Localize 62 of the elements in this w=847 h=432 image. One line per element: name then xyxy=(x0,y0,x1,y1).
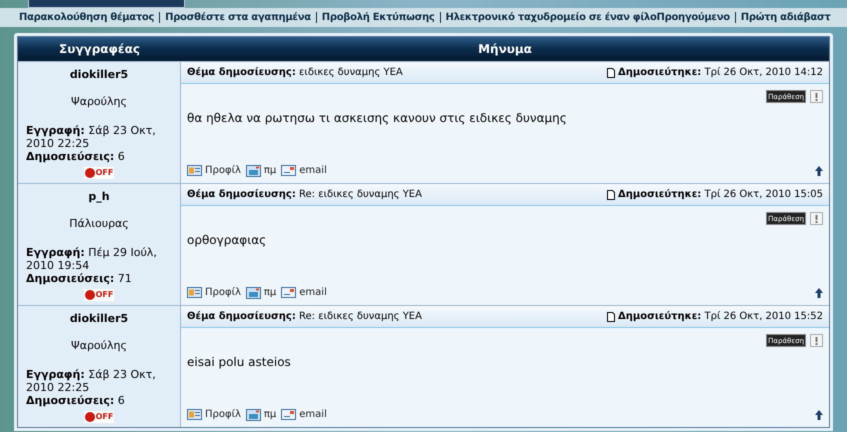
profile-link[interactable]: Προφίλ xyxy=(187,407,241,422)
author-rank: Ψαρούλης xyxy=(70,338,128,354)
topic-link[interactable]: Προηγούμενο xyxy=(656,10,730,25)
envelope-icon xyxy=(281,165,296,176)
post-count: Δημοσιεύσεις: 71 xyxy=(26,272,133,285)
report-button[interactable] xyxy=(810,90,823,103)
post-body: eisai polu asteios xyxy=(186,354,292,371)
profile-link[interactable]: Προφίλ xyxy=(187,163,241,178)
page-icon xyxy=(607,190,616,200)
post-body: θα ηθελα να ρωτησω τι ασκεισης κανουν στις ειδικες δυναμης xyxy=(186,110,568,127)
profile-card-icon xyxy=(187,409,202,420)
report-button[interactable] xyxy=(810,212,823,225)
profile-link[interactable]: πμ xyxy=(246,285,276,300)
inbox-icon xyxy=(246,164,261,176)
status-badge: OFF xyxy=(84,167,114,179)
post-date: Δημοσιεύτηκε: Τρί 26 Οκτ, 2010 15:52 xyxy=(618,310,823,324)
topic-link[interactable]: Προβολή Εκτύπωσης xyxy=(322,10,435,25)
post-subject: Θέμα δημοσίευσης: ειδικες δυναμης ΥΕΑ xyxy=(187,66,403,80)
report-button[interactable] xyxy=(810,334,823,347)
author-name[interactable]: diokiller5 xyxy=(26,311,172,328)
post-subject: Θέμα δημοσίευσης: Re: ειδικες δυναμης ΥΕΑ xyxy=(187,310,422,324)
topic-link[interactable]: Ηλεκτρονικό ταχυδρομείο σε έναν φίλο xyxy=(446,10,657,25)
topic-link[interactable]: Προσθέστε στα αγαπημένα xyxy=(165,10,311,25)
post-count: Δημοσιεύσεις: 6 xyxy=(26,394,126,407)
column-header: Μήνυμα xyxy=(477,41,533,58)
column-header: Συγγραφέας xyxy=(58,41,141,58)
status-badge: OFF xyxy=(84,411,114,423)
profile-link[interactable]: email xyxy=(281,163,327,178)
profile-link[interactable]: πμ xyxy=(246,407,276,422)
up-arrow-icon[interactable] xyxy=(815,288,823,298)
envelope-icon xyxy=(281,409,296,420)
author-name[interactable]: diokiller5 xyxy=(26,67,172,84)
page-icon xyxy=(607,312,616,322)
alert-icon xyxy=(815,92,818,100)
page-icon xyxy=(607,68,616,78)
profile-card-icon xyxy=(187,165,202,176)
inbox-icon xyxy=(246,408,261,420)
envelope-icon xyxy=(281,287,296,298)
join-date: Εγγραφή: Σάβ 23 Οκτ, 2010 22:25 xyxy=(26,368,157,394)
author-name[interactable]: p_h xyxy=(26,189,172,206)
profile-link[interactable]: email xyxy=(281,407,327,422)
alert-icon xyxy=(815,336,818,344)
topic-link[interactable]: Παρακολούθηση θέματος xyxy=(19,10,154,25)
up-arrow-icon[interactable] xyxy=(815,166,823,176)
post-count: Δημοσιεύσεις: 6 xyxy=(26,150,126,163)
profile-card-icon xyxy=(187,287,202,298)
post-date: Δημοσιεύτηκε: Τρί 26 Οκτ, 2010 14:12 xyxy=(618,66,823,80)
alert-icon xyxy=(815,214,818,222)
author-rank: Ψαρούλης xyxy=(70,94,128,110)
post-date: Δημοσιεύτηκε: Τρί 26 Οκτ, 2010 15:05 xyxy=(618,188,823,202)
author-rank: Πάλιουρας xyxy=(68,216,130,232)
profile-link[interactable]: Προφίλ xyxy=(187,285,241,300)
join-date: Εγγραφή: Πέμ 29 Ιούλ, 2010 19:54 xyxy=(26,246,158,272)
status-badge: OFF xyxy=(84,289,114,301)
up-arrow-icon[interactable] xyxy=(815,410,823,420)
post-body: ορθογραφιας xyxy=(186,232,268,249)
join-date: Εγγραφή: Σάβ 23 Οκτ, 2010 22:25 xyxy=(26,124,157,150)
profile-link[interactable]: email xyxy=(281,285,327,300)
post-subject: Θέμα δημοσίευσης: Re: ειδικες δυναμης ΥΕΑ xyxy=(187,188,422,202)
profile-link[interactable]: πμ xyxy=(246,163,276,178)
topic-link[interactable]: Πρώτη αδιάβαστ xyxy=(740,10,830,25)
inbox-icon xyxy=(246,286,261,298)
